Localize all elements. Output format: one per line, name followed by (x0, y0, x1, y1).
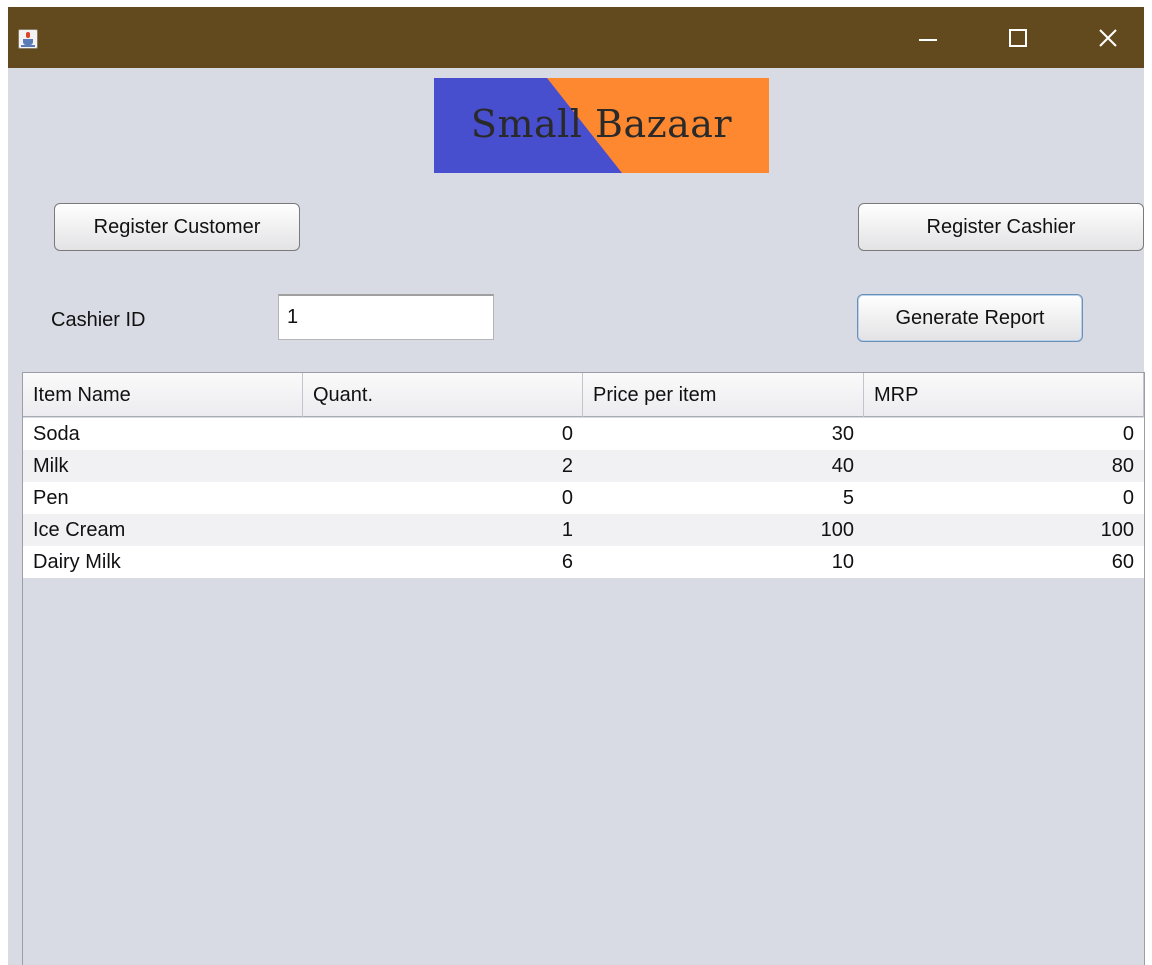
cell-mrp[interactable]: 0 (864, 418, 1144, 450)
cell-price-per-item[interactable]: 5 (583, 482, 864, 514)
table-row[interactable]: Milk 2 40 80 (23, 450, 1144, 482)
cell-quantity[interactable]: 2 (303, 450, 583, 482)
window-border-left (0, 0, 8, 965)
maximize-icon (1009, 28, 1027, 47)
cell-mrp[interactable]: 100 (864, 514, 1144, 546)
register-customer-button[interactable]: Register Customer (54, 203, 300, 251)
table-row[interactable]: Ice Cream 1 100 100 (23, 514, 1144, 546)
table-body: Soda 0 30 0 Milk 2 40 80 Pen 0 5 0 Ice C… (23, 418, 1144, 578)
cell-price-per-item[interactable]: 10 (583, 546, 864, 578)
cell-item-name[interactable]: Pen (23, 482, 303, 514)
maximize-button[interactable] (989, 7, 1047, 68)
window-border-top (0, 0, 1152, 7)
cell-quantity[interactable]: 1 (303, 514, 583, 546)
cell-item-name[interactable]: Milk (23, 450, 303, 482)
cell-price-per-item[interactable]: 40 (583, 450, 864, 482)
cashier-id-label: Cashier ID (51, 309, 146, 331)
table-header: Item Name Quant. Price per item MRP (23, 373, 1144, 417)
cell-quantity[interactable]: 0 (303, 418, 583, 450)
cell-mrp[interactable]: 80 (864, 450, 1144, 482)
cell-quantity[interactable]: 0 (303, 482, 583, 514)
minimize-button[interactable] (899, 7, 957, 68)
table-row[interactable]: Dairy Milk 6 10 60 (23, 546, 1144, 578)
cell-price-per-item[interactable]: 100 (583, 514, 864, 546)
close-button[interactable] (1079, 7, 1137, 68)
items-table[interactable]: Item Name Quant. Price per item MRP Soda… (22, 372, 1145, 965)
column-header-item-name[interactable]: Item Name (23, 373, 303, 417)
cell-mrp[interactable]: 60 (864, 546, 1144, 578)
table-row[interactable]: Pen 0 5 0 (23, 482, 1144, 514)
title-bar[interactable] (8, 7, 1144, 68)
cell-item-name[interactable]: Ice Cream (23, 514, 303, 546)
java-app-icon[interactable] (18, 29, 38, 49)
cell-item-name[interactable]: Soda (23, 418, 303, 450)
cell-quantity[interactable]: 6 (303, 546, 583, 578)
window-border-right (1144, 0, 1152, 965)
column-header-price-per-item[interactable]: Price per item (583, 373, 864, 417)
column-header-mrp[interactable]: MRP (864, 373, 1144, 417)
cashier-id-input[interactable] (278, 294, 494, 340)
generate-report-button[interactable]: Generate Report (857, 294, 1083, 342)
column-header-quantity[interactable]: Quant. (303, 373, 583, 417)
table-row[interactable]: Soda 0 30 0 (23, 418, 1144, 450)
small-bazaar-logo: Small Bazaar (434, 78, 769, 173)
minimize-icon (919, 38, 937, 41)
cell-item-name[interactable]: Dairy Milk (23, 546, 303, 578)
close-icon (1099, 28, 1117, 47)
register-cashier-button[interactable]: Register Cashier (858, 203, 1144, 251)
logo-text: Small Bazaar (470, 101, 733, 146)
cell-price-per-item[interactable]: 30 (583, 418, 864, 450)
cell-mrp[interactable]: 0 (864, 482, 1144, 514)
